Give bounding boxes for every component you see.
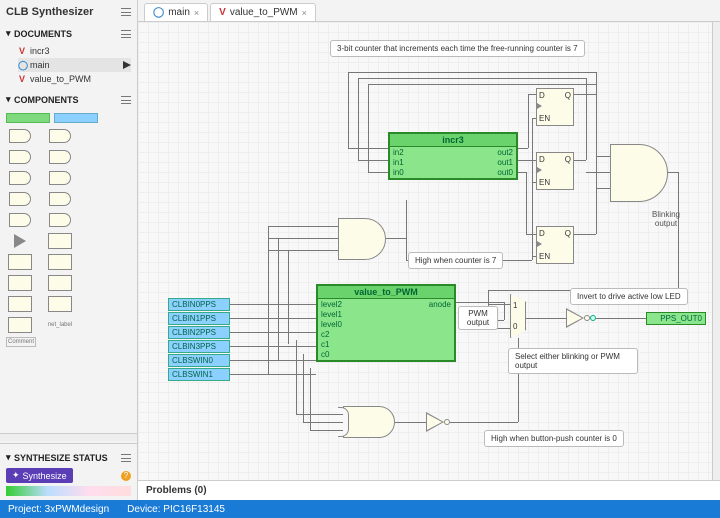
comment[interactable]: Select either blinking or PWM output	[508, 348, 638, 374]
tab-v2p[interactable]: V value_to_PWM ×	[210, 3, 316, 21]
inverter[interactable]	[566, 308, 584, 328]
clock-icon	[537, 167, 542, 173]
and-gate[interactable]	[610, 144, 668, 202]
palette-block[interactable]	[8, 317, 32, 333]
editor-area: ◯ main × V value_to_PWM × CLBIN0PPS CLBI…	[138, 0, 720, 500]
flip-flop[interactable]: DQEN	[536, 152, 574, 190]
doc-item-v2p[interactable]: V value_to_PWM	[18, 72, 131, 86]
palette-block[interactable]	[8, 296, 32, 312]
palette-ff[interactable]	[48, 233, 72, 249]
palette-gate[interactable]	[9, 171, 31, 185]
palette-gate[interactable]	[9, 129, 31, 143]
pin-in[interactable]: CLBSWIN0	[168, 354, 230, 367]
pin-in[interactable]: CLBSWIN1	[168, 368, 230, 381]
or-gate[interactable]	[343, 406, 395, 438]
scrollbar-v[interactable]	[712, 22, 720, 480]
pin-in[interactable]: CLBIN3PPS	[168, 340, 230, 353]
documents-list: V incr3 ◯ main V value_to_PWM	[0, 43, 137, 90]
comment[interactable]: High when button-push counter is 0	[484, 430, 624, 447]
clock-icon	[537, 241, 542, 247]
block-incr3[interactable]: incr3 in2 in1 in0 out2 out1 out0	[388, 132, 518, 180]
palette-gate[interactable]	[9, 150, 31, 164]
components-heading[interactable]: ▾ COMPONENTS	[0, 90, 137, 109]
component-palette: net_label Comment	[0, 109, 137, 433]
palette-ff[interactable]	[48, 254, 72, 270]
status-bar: Project: 3xPWMdesign Device: PIC16F13145	[0, 500, 720, 518]
palette-gate[interactable]	[49, 150, 71, 164]
problems-panel[interactable]: Problems (0)	[138, 480, 720, 500]
menu-icon[interactable]	[121, 8, 131, 16]
close-icon[interactable]: ×	[302, 8, 307, 18]
pin-in[interactable]: CLBIN2PPS	[168, 326, 230, 339]
mux[interactable]: 10	[510, 294, 526, 338]
palette-ff[interactable]	[8, 275, 32, 291]
and-gate[interactable]	[338, 218, 386, 260]
palette-gate[interactable]	[49, 213, 71, 227]
flip-flop[interactable]: DQEN	[536, 88, 574, 126]
palette-block[interactable]	[48, 296, 72, 312]
palette-item[interactable]	[54, 113, 98, 123]
status-project: Project: 3xPWMdesign	[8, 504, 109, 515]
palette-gate[interactable]	[49, 171, 71, 185]
menu-icon[interactable]	[121, 454, 131, 462]
comment[interactable]: Invert to drive active low LED	[570, 288, 688, 305]
utilization-bar	[6, 486, 131, 496]
status-device: Device: PIC16F13145	[127, 504, 225, 515]
palette-gate[interactable]	[49, 192, 71, 206]
play-icon[interactable]	[123, 61, 131, 69]
close-icon[interactable]: ×	[194, 8, 199, 18]
palette-ff[interactable]	[48, 275, 72, 291]
clock-icon	[537, 103, 542, 109]
tab-bar: ◯ main × V value_to_PWM ×	[138, 0, 720, 22]
comment[interactable]: PWM output	[458, 306, 498, 330]
palette-gate[interactable]	[9, 192, 31, 206]
block-value-to-pwm[interactable]: value_to_PWM level2 level1 level0 c2 c1 …	[316, 284, 456, 362]
app-title-row: CLB Synthesizer	[0, 0, 137, 24]
synth-panel: ▾ SYNTHESIZE STATUS ✦ Synthesize ?	[0, 446, 137, 500]
synthesize-button[interactable]: ✦ Synthesize	[6, 468, 73, 483]
palette-gate[interactable]	[9, 213, 31, 227]
sidebar: CLB Synthesizer ▾ DOCUMENTS V incr3 ◯ ma…	[0, 0, 138, 500]
schematic-canvas[interactable]: CLBIN0PPS CLBIN1PPS CLBIN2PPS CLBIN3PPS …	[138, 22, 720, 480]
wand-icon: ✦	[12, 470, 20, 481]
comment[interactable]: 3-bit counter that increments each time …	[330, 40, 585, 57]
help-icon[interactable]: ?	[121, 471, 131, 481]
documents-heading[interactable]: ▾ DOCUMENTS	[0, 24, 137, 43]
comment[interactable]: High when counter is 7	[408, 252, 503, 269]
pin-in[interactable]: CLBIN0PPS	[168, 298, 230, 311]
palette-gate[interactable]	[49, 129, 71, 143]
app-title: CLB Synthesizer	[6, 6, 121, 18]
inverter[interactable]	[426, 412, 444, 432]
pin-in[interactable]: CLBIN1PPS	[168, 312, 230, 325]
menu-icon[interactable]	[121, 30, 131, 38]
label: Blinking output	[646, 210, 686, 228]
doc-item-main[interactable]: ◯ main	[18, 58, 131, 72]
pin-out[interactable]: PPS_OUT0	[646, 312, 706, 325]
doc-item-incr3[interactable]: V incr3	[18, 44, 131, 58]
scrollbar-h[interactable]	[0, 433, 137, 441]
tab-main[interactable]: ◯ main ×	[144, 3, 208, 21]
palette-buffer[interactable]	[14, 234, 26, 248]
palette-ff[interactable]	[8, 254, 32, 270]
flip-flop[interactable]: DQEN	[536, 226, 574, 264]
menu-icon[interactable]	[121, 96, 131, 104]
palette-item[interactable]	[6, 113, 50, 123]
